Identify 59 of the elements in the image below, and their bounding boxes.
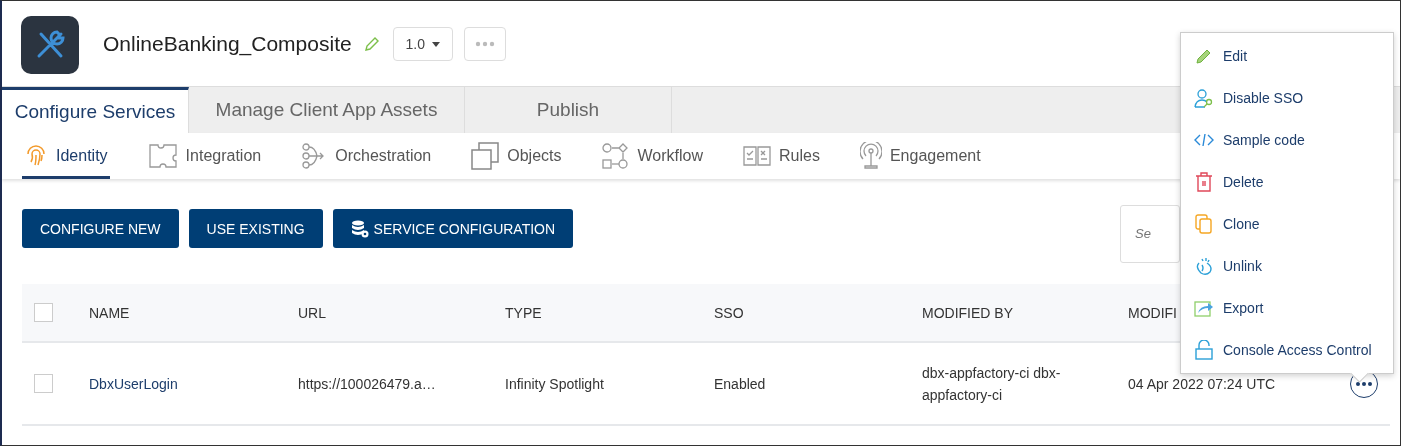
- column-header: SSO: [714, 304, 744, 321]
- app-logo-icon: [21, 15, 79, 74]
- menu-item[interactable]: Unlink: [1181, 245, 1393, 287]
- search-field[interactable]: Se: [1120, 204, 1180, 263]
- objects-icon: [471, 142, 500, 170]
- workflow-icon: [601, 143, 630, 169]
- app-title: OnlineBanking_Composite: [103, 31, 352, 56]
- caret-icon: [431, 42, 440, 48]
- menu-item[interactable]: Console Access Control: [1181, 329, 1393, 371]
- column-header: TYPE: [505, 304, 542, 321]
- trash-icon: [1195, 172, 1213, 192]
- service-link[interactable]: DbxUserLogin: [89, 372, 298, 395]
- puzzle-icon: [147, 143, 178, 169]
- menu-item[interactable]: Export: [1181, 287, 1393, 329]
- database-gear-icon: [350, 219, 369, 238]
- menu-item[interactable]: Delete: [1181, 161, 1393, 203]
- menu-item[interactable]: Sample code: [1181, 119, 1393, 161]
- more-button[interactable]: [463, 26, 506, 61]
- dots-icon: [1356, 381, 1372, 386]
- select-all-checkbox[interactable]: [34, 303, 53, 322]
- user-key-icon: [1194, 88, 1214, 108]
- service-tab[interactable]: Identity: [22, 133, 110, 179]
- version-dropdown[interactable]: 1.0: [392, 26, 453, 61]
- copy-icon: [1195, 214, 1213, 234]
- service-tab[interactable]: Integration: [145, 133, 264, 179]
- action-button[interactable]: CONFIGURE NEW: [22, 209, 179, 248]
- service-tab[interactable]: Engagement: [857, 133, 983, 179]
- pencil-icon: [1195, 47, 1213, 65]
- table-cell-text: 04 Apr 2022 07:24 UTC: [1128, 374, 1277, 394]
- fingerprint-icon: [24, 144, 48, 168]
- action-button[interactable]: SERVICE CONFIGURATION: [332, 209, 574, 248]
- table-cell-text: Infinity Spotlight: [505, 374, 605, 394]
- column-header: MODIFIED BY: [922, 304, 1013, 321]
- column-header: MODIFI: [1128, 304, 1177, 321]
- action-button[interactable]: USE EXISTING: [188, 209, 323, 248]
- unlink-icon: [1195, 256, 1213, 276]
- export-icon: [1194, 299, 1214, 317]
- table-cell-text: https://100026479.a…: [298, 374, 437, 394]
- unlocked-padlock-icon: [1195, 340, 1213, 360]
- service-tab[interactable]: Workflow: [599, 133, 705, 179]
- antenna-icon: [859, 142, 882, 170]
- pencil-icon[interactable]: [363, 35, 380, 52]
- tab[interactable]: Publish: [465, 87, 672, 133]
- service-tab[interactable]: Orchestration: [299, 133, 434, 179]
- tab[interactable]: Configure Services: [2, 87, 189, 133]
- table-cell-text: dbx-appfactory-ci dbx-appfactory-ci: [922, 363, 1062, 405]
- table-cell-text: Enabled: [714, 374, 767, 394]
- column-header: URL: [298, 304, 326, 321]
- service-tab[interactable]: Rules: [741, 133, 822, 179]
- row-checkbox[interactable]: [34, 374, 53, 393]
- service-tab[interactable]: Objects: [469, 133, 564, 179]
- rulebook-icon: [743, 145, 771, 167]
- column-header: NAME: [89, 304, 130, 321]
- dots-icon: [474, 40, 495, 47]
- tab[interactable]: Manage Client App Assets: [189, 87, 465, 133]
- code-icon: [1194, 133, 1214, 147]
- menu-item[interactable]: Clone: [1181, 203, 1393, 245]
- menu-item[interactable]: Edit: [1181, 35, 1393, 77]
- menu-item[interactable]: Disable SSO: [1181, 77, 1393, 119]
